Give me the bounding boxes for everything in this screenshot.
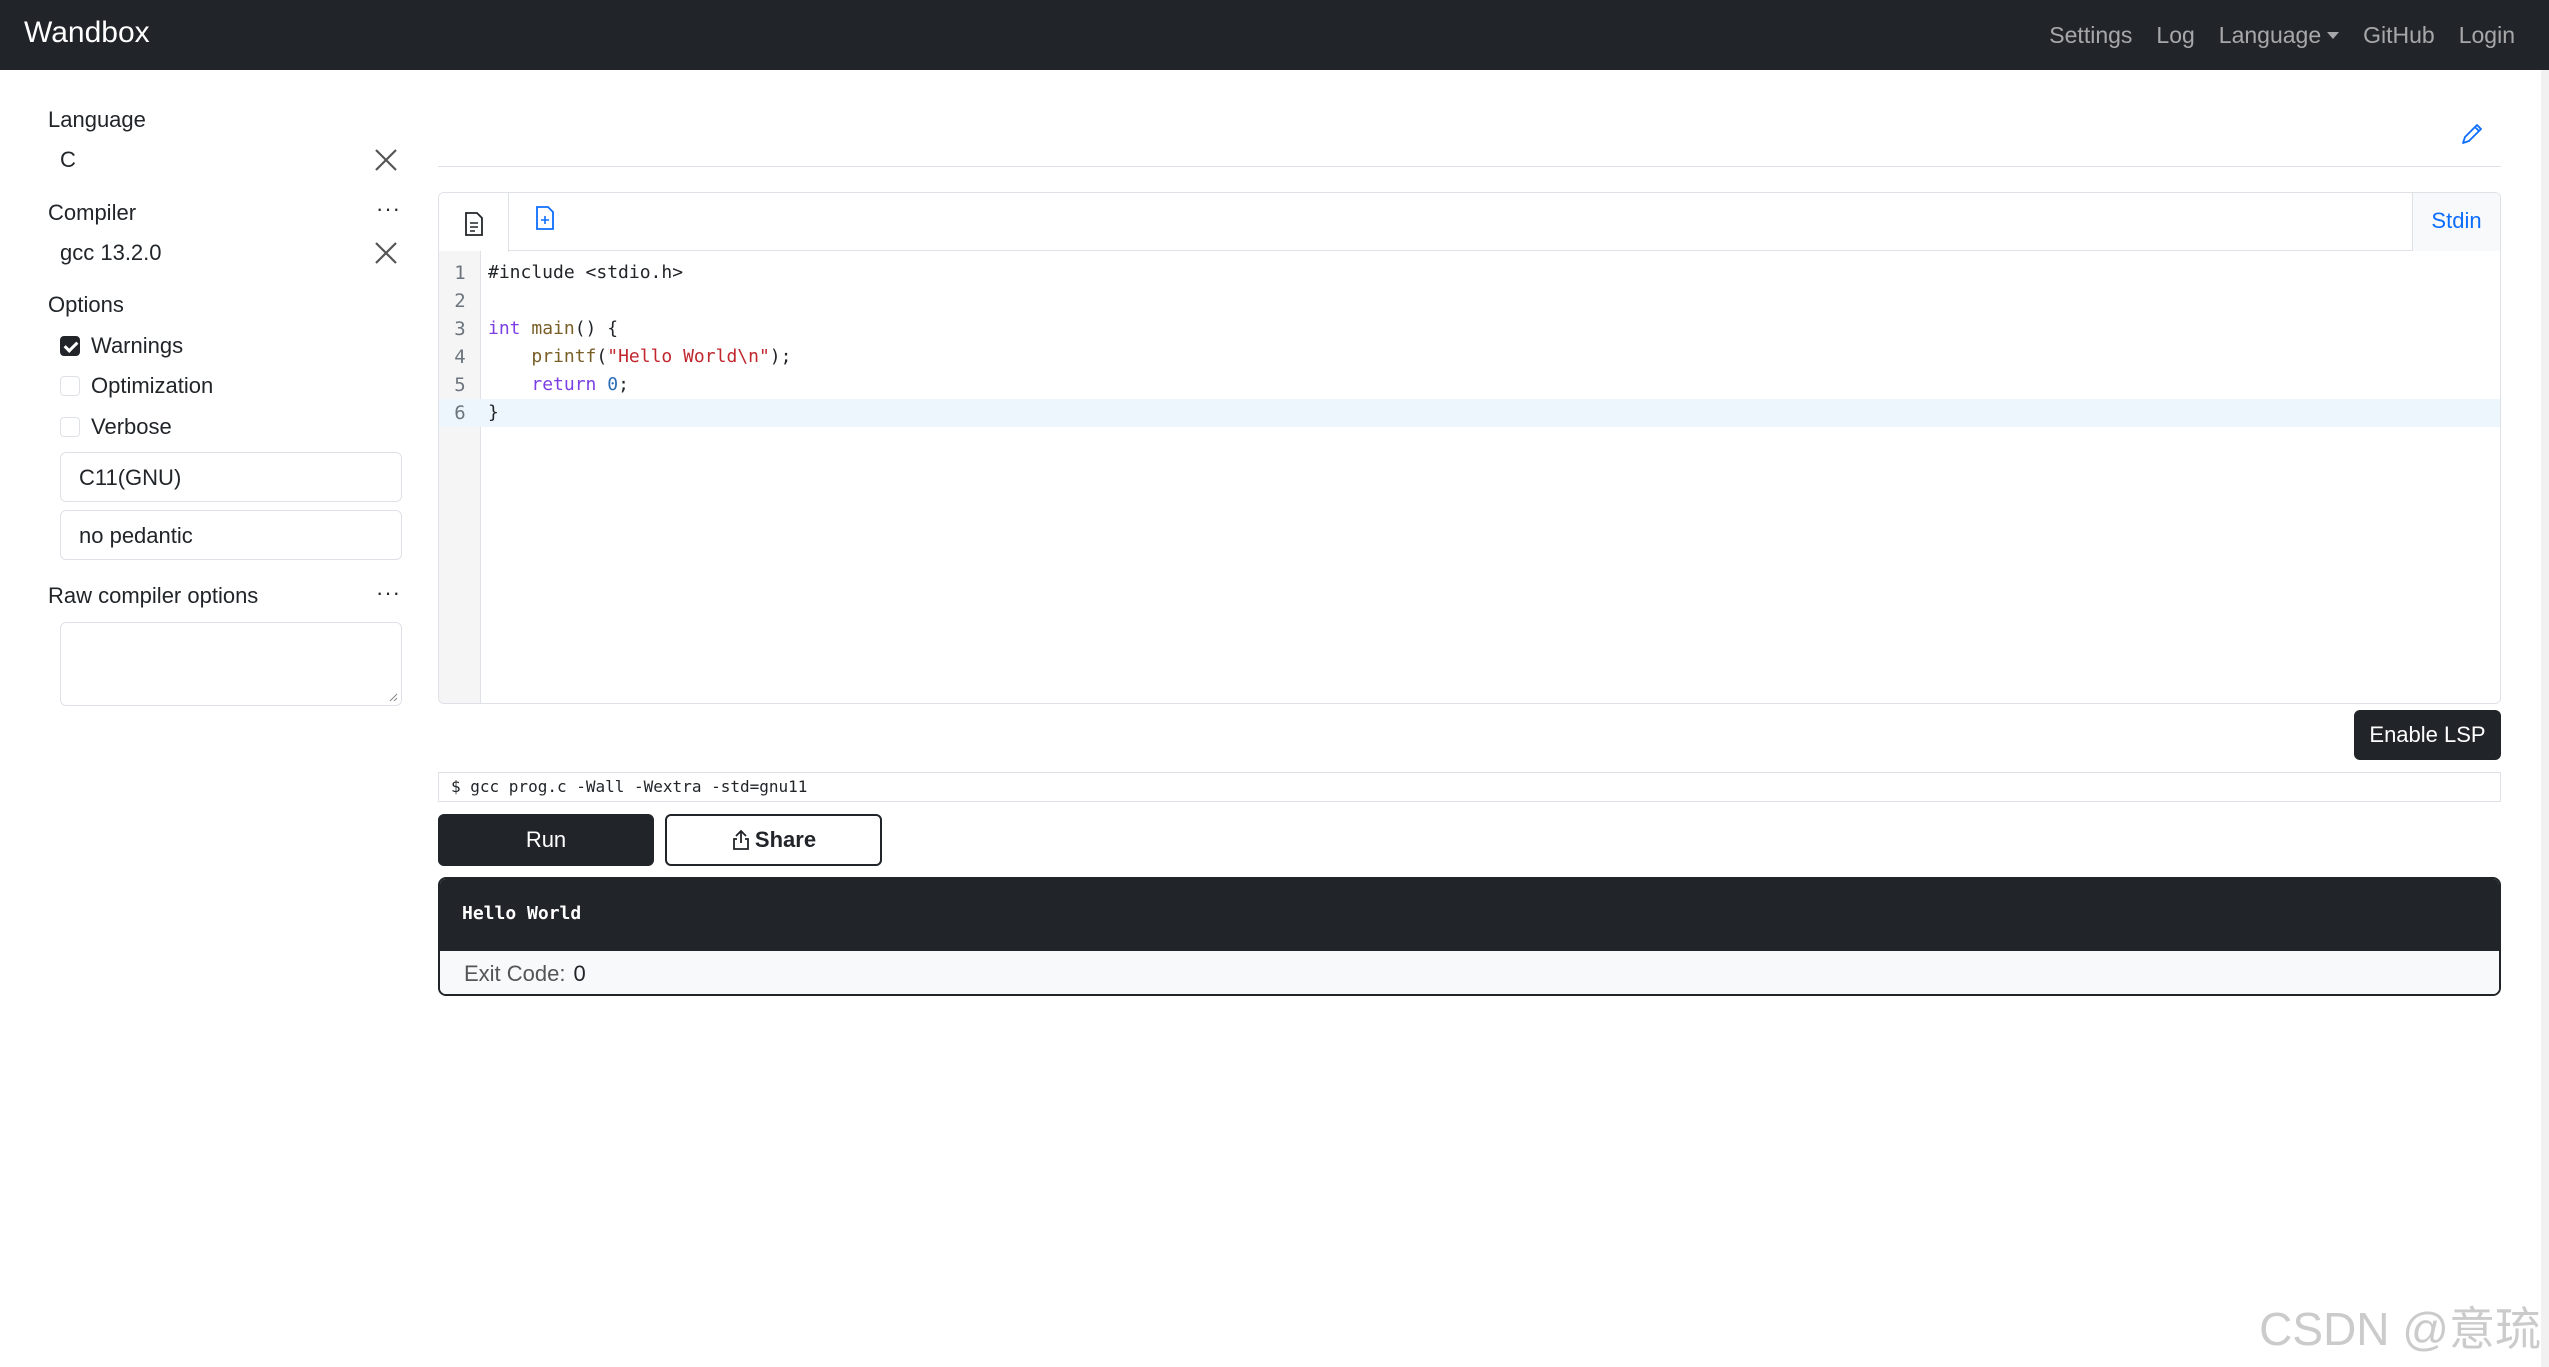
nav-links: Settings Log Language GitHub Login (2049, 0, 2515, 70)
verbose-checkbox[interactable] (60, 417, 80, 437)
enable-lsp-button[interactable]: Enable LSP (2354, 710, 2501, 760)
code-editor: Stdin 1 2 3 4 5 6 #include <stdio.h> int… (438, 192, 2501, 704)
exit-code-row: Exit Code: 0 (440, 951, 2499, 994)
raw-options-textarea[interactable] (60, 622, 402, 706)
optimization-label[interactable]: Optimization (91, 373, 213, 399)
code-line-text: int main() { (488, 318, 619, 339)
share-button[interactable]: Share (665, 814, 882, 866)
line-number: 2 (454, 290, 466, 312)
tab-prog-file[interactable] (439, 193, 509, 252)
nav-settings-link[interactable]: Settings (2049, 22, 2132, 49)
raw-options-more-icon[interactable]: ··· (376, 580, 401, 606)
line-number: 4 (454, 346, 466, 368)
share-label: Share (754, 827, 817, 852)
line-number: 5 (454, 374, 466, 396)
nav-language-dropdown[interactable]: Language (2218, 21, 2340, 49)
compiler-value[interactable]: gcc 13.2.0 (60, 240, 162, 266)
code-line-text: #include <stdio.h> (488, 262, 684, 283)
code-line: printf("Hello World\n"); (481, 343, 2500, 371)
watermark: CSDN @意琉 (2259, 1303, 2541, 1355)
code-line: return 0; (481, 371, 2500, 399)
code-line: int main() { (481, 315, 2500, 343)
tab-stdin[interactable]: Stdin (2412, 193, 2500, 251)
compiler-more-icon[interactable]: ··· (376, 196, 401, 222)
language-value[interactable]: C (60, 147, 76, 173)
code-text-area[interactable]: #include <stdio.h> int main() { printf("… (481, 251, 2500, 703)
raw-options-label: Raw compiler options (48, 583, 259, 608)
code-line: #include <stdio.h> (481, 259, 2500, 287)
page-scrollbar[interactable] (2541, 70, 2549, 1367)
add-file-icon[interactable] (534, 205, 556, 231)
exit-code-value: 0 (573, 961, 586, 986)
nav-language-label: Language (2218, 21, 2322, 48)
code-line-active: } (481, 399, 2500, 427)
compiler-label: Compiler (48, 200, 137, 225)
line-number-active: 6 (439, 399, 481, 427)
share-icon (733, 829, 749, 850)
editor-tabbar: Stdin (439, 193, 2500, 252)
code-line-text: } (488, 402, 499, 423)
code-line-text: return 0; (531, 374, 629, 395)
options-label: Options (48, 292, 124, 317)
run-button[interactable]: Run (438, 814, 654, 866)
nav-github-link[interactable]: GitHub (2363, 22, 2435, 49)
resize-handle-icon[interactable] (388, 692, 398, 702)
nav-login-link[interactable]: Login (2459, 22, 2515, 49)
warnings-label[interactable]: Warnings (91, 333, 183, 359)
brand-logo[interactable]: Wandbox (24, 16, 150, 50)
divider (438, 166, 2501, 167)
language-label: Language (48, 107, 146, 132)
pencil-icon[interactable] (2458, 120, 2486, 148)
clear-compiler-icon[interactable] (372, 239, 400, 267)
pedantic-select[interactable]: no pedantic (60, 510, 402, 560)
stdout-text: Hello World (440, 879, 2499, 951)
line-number: 3 (454, 318, 466, 340)
line-number: 1 (454, 262, 466, 284)
clear-language-icon[interactable] (372, 146, 400, 174)
code-line-text: printf("Hello World\n"); (531, 346, 792, 367)
command-line: $ gcc prog.c -Wall -Wextra -std=gnu11 (438, 772, 2501, 802)
output-panel: Hello World Exit Code: 0 (438, 877, 2501, 996)
verbose-label[interactable]: Verbose (91, 414, 172, 440)
exit-code-label: Exit Code: (464, 961, 566, 986)
warnings-checkbox[interactable] (60, 336, 80, 356)
optimization-checkbox[interactable] (60, 376, 80, 396)
caret-down-icon (2327, 31, 2340, 39)
file-icon (465, 212, 483, 236)
c-standard-select[interactable]: C11(GNU) (60, 452, 402, 502)
navbar: Wandbox Settings Log Language GitHub Log… (0, 0, 2549, 70)
nav-log-link[interactable]: Log (2156, 22, 2194, 49)
